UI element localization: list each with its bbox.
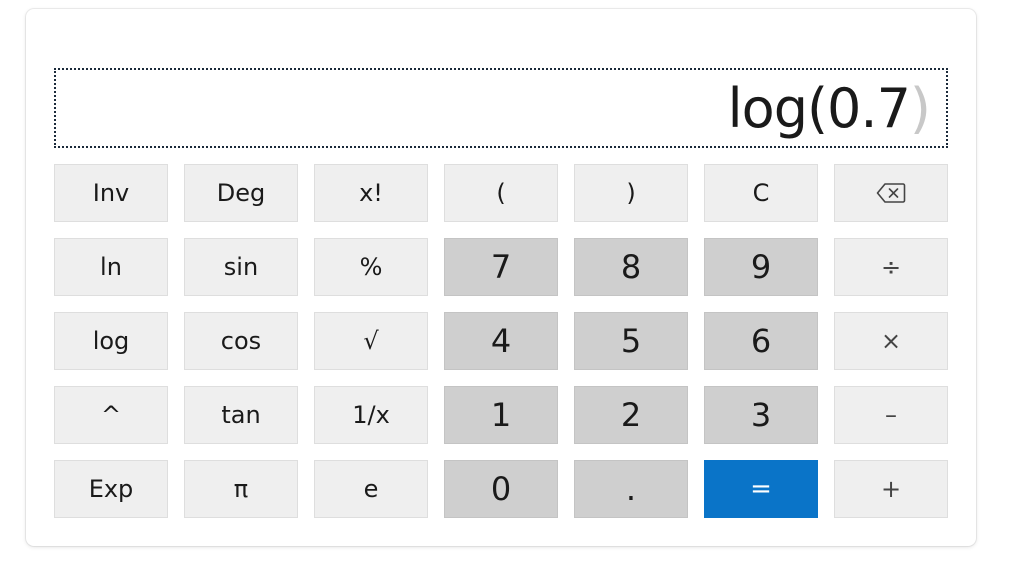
digit-3-button[interactable]: 3 — [704, 386, 818, 444]
equals-button[interactable]: = — [704, 460, 818, 518]
digit-1-button[interactable]: 1 — [444, 386, 558, 444]
digit-0-button[interactable]: 0 — [444, 460, 558, 518]
open-paren-button[interactable]: ( — [444, 164, 558, 222]
reciprocal-button[interactable]: 1/x — [314, 386, 428, 444]
expression-text: log(0.7 — [727, 76, 911, 140]
digit-9-button[interactable]: 9 — [704, 238, 818, 296]
close-paren-button[interactable]: ) — [574, 164, 688, 222]
backspace-icon — [876, 183, 906, 203]
log-button[interactable]: log — [54, 312, 168, 370]
digit-4-button[interactable]: 4 — [444, 312, 558, 370]
sqrt-button[interactable]: √ — [314, 312, 428, 370]
deg-button[interactable]: Deg — [184, 164, 298, 222]
subtract-button[interactable]: – — [834, 386, 948, 444]
expression-display[interactable]: log(0.7) — [54, 68, 948, 148]
inv-button[interactable]: Inv — [54, 164, 168, 222]
power-button[interactable]: ^ — [54, 386, 168, 444]
digit-5-button[interactable]: 5 — [574, 312, 688, 370]
add-button[interactable]: + — [834, 460, 948, 518]
tan-button[interactable]: tan — [184, 386, 298, 444]
pi-button[interactable]: π — [184, 460, 298, 518]
exp-button[interactable]: Exp — [54, 460, 168, 518]
ln-button[interactable]: ln — [54, 238, 168, 296]
ghost-close-paren: ) — [909, 76, 931, 140]
clear-button[interactable]: C — [704, 164, 818, 222]
euler-button[interactable]: e — [314, 460, 428, 518]
decimal-point-button[interactable]: . — [574, 460, 688, 518]
cos-button[interactable]: cos — [184, 312, 298, 370]
sin-button[interactable]: sin — [184, 238, 298, 296]
multiply-button[interactable]: × — [834, 312, 948, 370]
digit-8-button[interactable]: 8 — [574, 238, 688, 296]
digit-6-button[interactable]: 6 — [704, 312, 818, 370]
percent-button[interactable]: % — [314, 238, 428, 296]
keypad: Inv Deg x! ( ) C ln sin % 7 8 9 ÷ log co… — [54, 164, 948, 518]
backspace-button[interactable] — [834, 164, 948, 222]
factorial-button[interactable]: x! — [314, 164, 428, 222]
digit-7-button[interactable]: 7 — [444, 238, 558, 296]
divide-button[interactable]: ÷ — [834, 238, 948, 296]
digit-2-button[interactable]: 2 — [574, 386, 688, 444]
